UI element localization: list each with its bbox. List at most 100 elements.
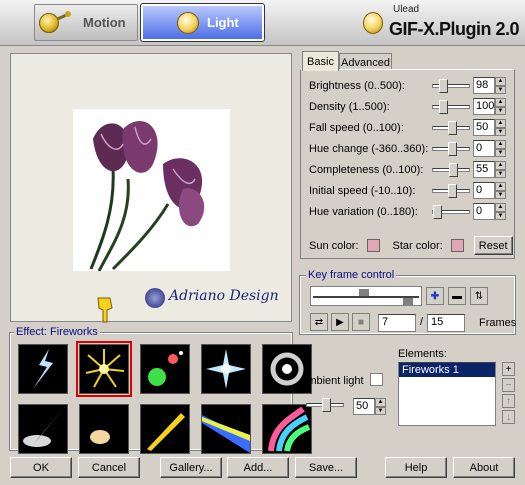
preview-panel: Adriano Design <box>10 53 292 322</box>
param-row: Density (1..500): 100 ▲ ▼ <box>309 97 506 117</box>
effect-thumb-spotlight[interactable] <box>18 404 68 454</box>
add-keyframe-icon[interactable]: ✚ <box>426 287 444 305</box>
effect-thumb-beam[interactable] <box>201 404 251 454</box>
param-value[interactable]: 100 <box>473 98 495 115</box>
remove-keyframe-icon[interactable]: ▬ <box>448 287 466 305</box>
stop-icon[interactable]: ■ <box>352 313 370 331</box>
param-value-group: 98 ▲ ▼ <box>473 77 506 94</box>
ambient-light-slider[interactable] <box>306 398 346 412</box>
param-spinner[interactable]: ▲ ▼ <box>495 161 506 178</box>
param-slider-knob[interactable] <box>448 142 457 156</box>
basic-params-panel: Brightness (0..500): 98 ▲ ▼ Density (1..500)… <box>300 69 515 259</box>
move-down-icon[interactable]: ↓ <box>502 410 515 424</box>
reverse-keyframe-icon[interactable]: ⇅ <box>470 287 488 305</box>
tab-motion[interactable]: Motion <box>34 4 138 41</box>
param-label: Completeness (0..100): <box>309 164 424 176</box>
save-button[interactable]: Save... <box>295 457 357 478</box>
param-spinner[interactable]: ▲ ▼ <box>495 140 506 157</box>
help-button[interactable]: Help <box>385 457 447 478</box>
motion-icon <box>39 10 75 35</box>
effect-thumb-comet[interactable] <box>140 404 190 454</box>
param-spinner[interactable]: ▲ ▼ <box>495 182 506 199</box>
param-slider-knob[interactable] <box>439 79 448 93</box>
param-value-group: 100 ▲ ▼ <box>473 98 506 115</box>
keyframe-timeline[interactable] <box>310 286 422 306</box>
ambient-light-checkbox[interactable] <box>370 373 383 386</box>
param-slider[interactable] <box>432 121 470 135</box>
brand-product: GIF-X.Plugin 2.0 <box>388 18 520 39</box>
param-spinner[interactable]: ▲ ▼ <box>495 119 506 136</box>
param-value-group: 0 ▲ ▼ <box>473 140 506 157</box>
tab-basic[interactable]: Basic <box>302 51 339 71</box>
param-spinner[interactable]: ▲ ▼ <box>495 203 506 220</box>
frames-label: Frames <box>479 317 517 329</box>
loop-icon[interactable]: ⇄ <box>310 313 328 331</box>
reset-button[interactable]: Reset <box>473 236 513 255</box>
param-slider-knob[interactable] <box>448 121 457 135</box>
param-label: Hue variation (0..180): <box>309 206 418 218</box>
param-value-group: 55 ▲ ▼ <box>473 161 506 178</box>
param-label: Brightness (0..500): <box>309 80 405 92</box>
tab-light[interactable]: Light <box>140 3 265 42</box>
param-row: Brightness (0..500): 98 ▲ ▼ <box>309 76 506 96</box>
param-slider-knob[interactable] <box>439 100 448 114</box>
gallery-button[interactable]: Gallery... <box>160 457 222 478</box>
preview-image <box>73 109 230 272</box>
remove-element-icon[interactable]: − <box>502 378 515 392</box>
param-slider[interactable] <box>432 184 470 198</box>
add-element-icon[interactable]: + <box>502 362 515 376</box>
effect-thumb-fireworks[interactable] <box>76 341 132 397</box>
param-slider[interactable] <box>432 163 470 177</box>
play-icon[interactable]: ▶ <box>331 313 349 331</box>
ambient-light-spinner[interactable]: ▲ ▼ <box>375 398 386 415</box>
ok-button[interactable]: OK <box>10 457 72 478</box>
brand-logo: Ulead GIF-X.Plugin 2.0 <box>362 4 520 42</box>
pointing-hand-down-icon <box>96 296 114 324</box>
param-value[interactable]: 50 <box>473 119 495 136</box>
param-spinner[interactable]: ▲ ▼ <box>495 98 506 115</box>
param-slider[interactable] <box>432 205 470 219</box>
color-row: Sun color: Star color: Reset <box>309 236 513 255</box>
param-label: Initial speed (-10..10): <box>309 185 416 197</box>
current-frame-field[interactable]: 7 <box>378 314 416 332</box>
cancel-button[interactable]: Cancel <box>78 457 140 478</box>
effect-thumb-star[interactable] <box>201 344 251 394</box>
add-button[interactable]: Add... <box>227 457 289 478</box>
ambient-light-value[interactable]: 50 <box>353 398 375 415</box>
move-up-icon[interactable]: ↑ <box>502 394 515 408</box>
param-slider-knob[interactable] <box>433 205 442 219</box>
ambient-light-value-group: 50 ▲ ▼ <box>353 398 386 415</box>
lightbulb-icon <box>177 11 199 34</box>
tab-basic-label: Basic <box>307 55 334 68</box>
param-slider[interactable] <box>432 79 470 93</box>
param-spinner[interactable]: ▲ ▼ <box>495 77 506 94</box>
param-row: Fall speed (0..100): 50 ▲ ▼ <box>309 118 506 138</box>
sun-color-swatch[interactable] <box>366 239 380 252</box>
param-value[interactable]: 0 <box>473 182 495 199</box>
param-slider-knob[interactable] <box>449 163 458 177</box>
brand-bulb-icon <box>362 12 383 34</box>
param-value[interactable]: 55 <box>473 161 495 178</box>
param-value-group: 50 ▲ ▼ <box>473 119 506 136</box>
effect-thumb-glow[interactable] <box>79 404 129 454</box>
ambient-light-label: Ambient light <box>300 375 364 387</box>
param-slider-knob[interactable] <box>448 184 457 198</box>
effect-thumb-lens-flare[interactable] <box>140 344 190 394</box>
param-value[interactable]: 0 <box>473 140 495 157</box>
param-slider[interactable] <box>432 142 470 156</box>
about-button[interactable]: About <box>453 457 515 478</box>
effect-thumb-rainbow[interactable] <box>262 404 312 454</box>
param-value[interactable]: 98 <box>473 77 495 94</box>
param-value[interactable]: 0 <box>473 203 495 220</box>
param-row: Hue variation (0..180): 0 ▲ ▼ <box>309 202 506 222</box>
keyframe-group-label: Key frame control <box>306 269 397 281</box>
element-list-item[interactable]: Fireworks 1 <box>399 363 495 377</box>
effect-thumb-lightning[interactable] <box>18 344 68 394</box>
elements-list[interactable]: Fireworks 1 <box>398 362 496 426</box>
total-frames-field[interactable]: 15 <box>427 314 465 332</box>
param-slider[interactable] <box>432 100 470 114</box>
star-color-swatch[interactable] <box>450 239 464 252</box>
param-label: Fall speed (0..100): <box>309 122 404 134</box>
elements-toolbar: + − ↑ ↓ <box>502 362 515 424</box>
param-label: Density (1..500): <box>309 101 390 113</box>
